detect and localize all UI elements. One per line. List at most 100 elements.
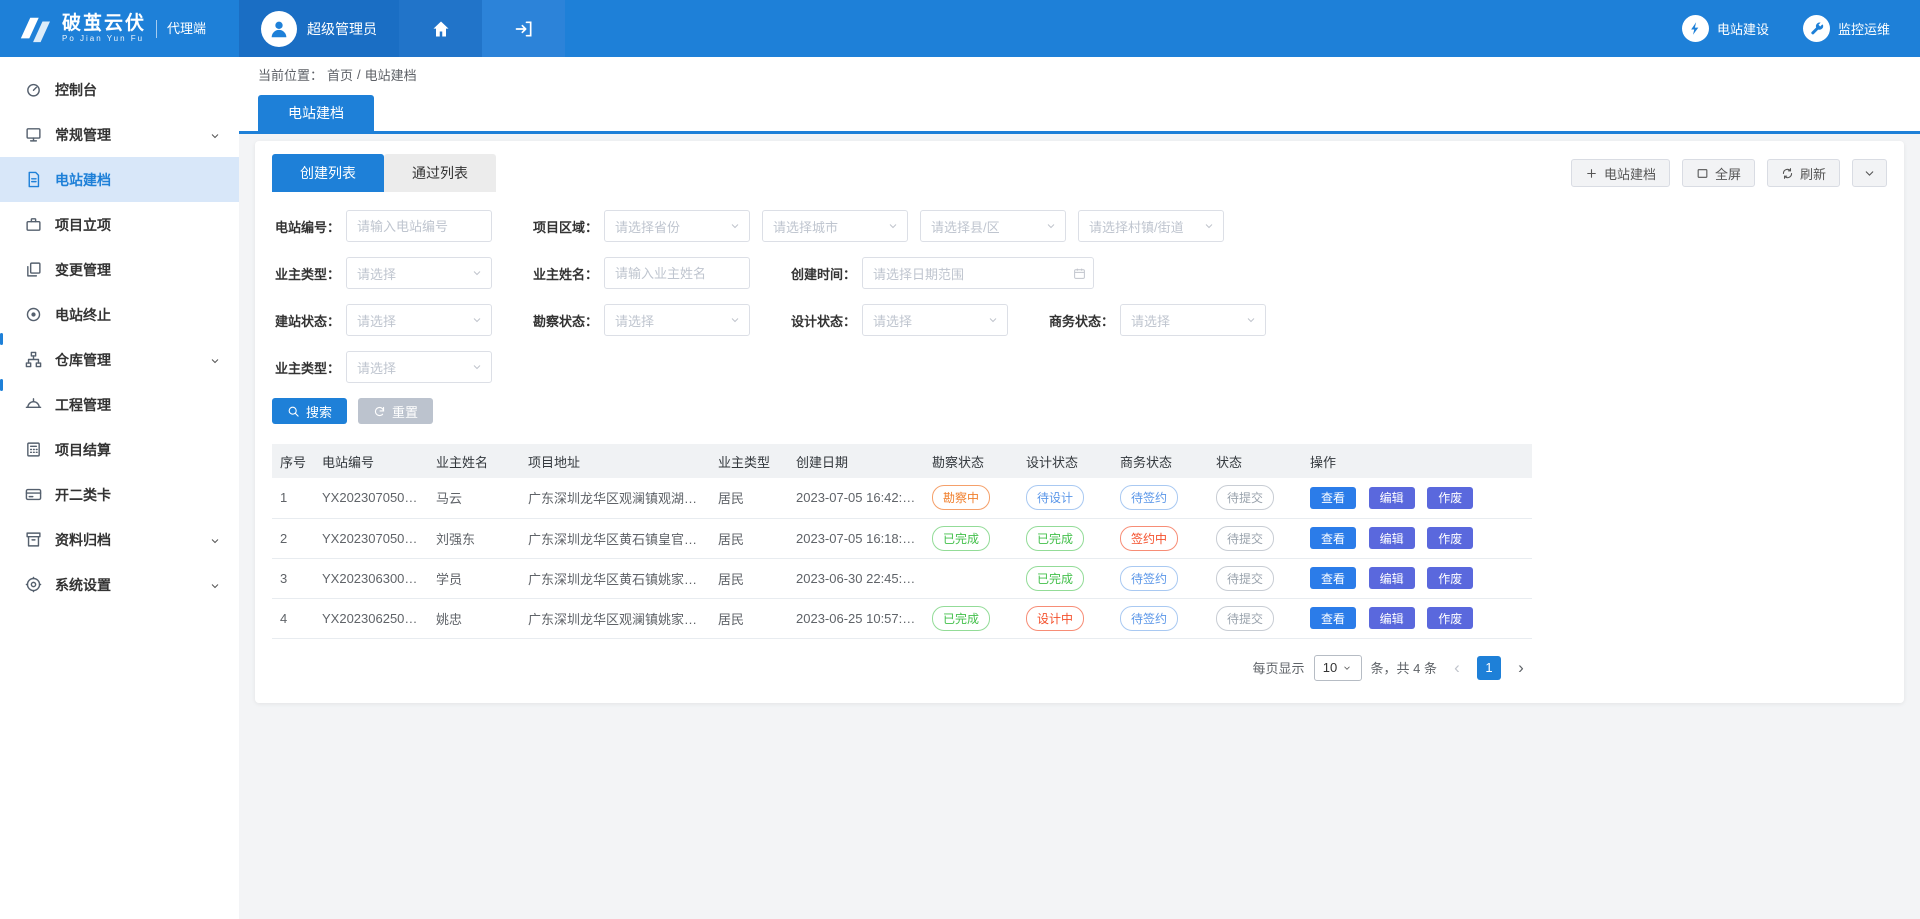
build-status-select[interactable]: 请选择 — [346, 304, 492, 336]
status-badge: 待提交 — [1216, 485, 1274, 510]
logout-button[interactable] — [482, 0, 565, 57]
city-select[interactable]: 请选择城市 — [762, 210, 908, 242]
search-button[interactable]: 搜索 — [272, 398, 347, 424]
edit-button[interactable]: 编辑 — [1369, 607, 1415, 629]
view-button[interactable]: 查看 — [1310, 487, 1356, 509]
stations-table: 序号 电站编号 业主姓名 项目地址 业主类型 创建日期 勘察状态 设计状态 商务… — [272, 444, 1532, 639]
void-button[interactable]: 作废 — [1427, 527, 1473, 549]
chevron-down-icon — [471, 267, 483, 279]
next-page-button[interactable]: › — [1510, 656, 1532, 680]
table-row: 1 YX2023070500011 马云 广东深圳龙华区观澜镇观湖路... 居民… — [272, 478, 1532, 518]
home-icon — [431, 19, 451, 39]
col-header: 操作 — [1302, 444, 1532, 478]
sidebar-item-general-mgmt[interactable]: 常规管理 — [0, 112, 239, 157]
province-select[interactable]: 请选择省份 — [604, 210, 750, 242]
sidebar: 控制台 常规管理 电站建档 项目立项 变更管理 电站终止 仓库管理 — [0, 57, 239, 919]
user-menu[interactable]: 超级管理员 — [239, 0, 399, 57]
nav-monitor-ops[interactable]: 监控运维 — [1803, 15, 1890, 42]
design-status-select[interactable]: 请选择 — [862, 304, 1008, 336]
logout-icon — [514, 19, 534, 39]
sidebar-item-project-settlement[interactable]: 项目结算 — [0, 427, 239, 472]
page-number-button[interactable]: 1 — [1477, 656, 1501, 680]
breadcrumb-home-link[interactable]: 首页 — [327, 65, 353, 84]
refresh-button[interactable]: 刷新 — [1767, 159, 1840, 187]
edit-button[interactable]: 编辑 — [1369, 487, 1415, 509]
chevron-down-icon — [887, 220, 899, 232]
copy-icon — [25, 261, 42, 278]
wrench-icon — [1803, 15, 1830, 42]
status-badge: 待提交 — [1216, 566, 1274, 591]
collapse-filters-button[interactable] — [1852, 159, 1887, 187]
filter-label: 商务状态： — [1046, 311, 1114, 330]
owner-type-select[interactable]: 请选择 — [346, 257, 492, 289]
card-icon — [25, 486, 42, 503]
sidebar-item-station-filing[interactable]: 电站建档 — [0, 157, 239, 202]
view-button[interactable]: 查看 — [1310, 527, 1356, 549]
owner-name-input[interactable] — [604, 257, 750, 289]
sidebar-item-change-mgmt[interactable]: 变更管理 — [0, 247, 239, 292]
sidebar-item-console[interactable]: 控制台 — [0, 67, 239, 112]
home-button[interactable] — [399, 0, 482, 57]
filter-build-status: 建站状态： 请选择 — [272, 304, 492, 336]
tab-passed-list[interactable]: 通过列表 — [384, 154, 496, 192]
filter-owner-name: 业主姓名： — [530, 257, 750, 289]
calendar-icon — [1073, 267, 1085, 279]
chevron-down-icon — [209, 129, 221, 141]
edit-button[interactable]: 编辑 — [1369, 527, 1415, 549]
prev-page-button[interactable]: ‹ — [1446, 656, 1468, 680]
sidebar-item-station-termination[interactable]: 电站终止 — [0, 292, 239, 337]
table-row: 2 YX2023070500010 刘强东 广东深圳龙华区黄石镇皇官大... 居… — [272, 518, 1532, 558]
survey-status-select[interactable]: 请选择 — [604, 304, 750, 336]
fullscreen-button[interactable]: 全屏 — [1682, 159, 1755, 187]
filter-label: 电站编号： — [272, 217, 340, 236]
status-badge: 待提交 — [1216, 526, 1274, 551]
sidebar-item-label: 资料归档 — [55, 530, 111, 550]
void-button[interactable]: 作废 — [1427, 487, 1473, 509]
business-status-badge: 签约中 — [1120, 526, 1178, 551]
survey-status-badge: 勘察中 — [932, 485, 990, 510]
station-no-input[interactable] — [346, 210, 492, 242]
nav-station-build[interactable]: 电站建设 — [1682, 15, 1769, 42]
sidebar-item-data-archive[interactable]: 资料归档 — [0, 517, 239, 562]
sidebar-item-label: 变更管理 — [55, 260, 111, 280]
county-select[interactable]: 请选择县/区 — [920, 210, 1066, 242]
chevron-down-icon — [209, 579, 221, 591]
filter-actions: 搜索 重置 — [272, 398, 1887, 424]
breadcrumb: 当前位置： 首页 / 电站建档 — [239, 57, 1920, 91]
sidebar-item-warehouse-mgmt[interactable]: 仓库管理 — [0, 337, 239, 382]
sidebar-item-engineering-mgmt[interactable]: 工程管理 — [0, 382, 239, 427]
filter-label: 建站状态： — [272, 311, 340, 330]
monitor-icon — [25, 126, 42, 143]
page-tab-station-filing[interactable]: 电站建档 — [258, 95, 374, 131]
business-status-badge: 待签约 — [1120, 485, 1178, 510]
void-button[interactable]: 作废 — [1427, 607, 1473, 629]
business-status-badge: 待签约 — [1120, 566, 1178, 591]
void-button[interactable]: 作废 — [1427, 567, 1473, 589]
col-header: 设计状态 — [1018, 444, 1112, 478]
filter-owner-type-2: 业主类型： 请选择 — [272, 351, 492, 383]
sidebar-item-system-settings[interactable]: 系统设置 — [0, 562, 239, 607]
sidebar-item-label: 仓库管理 — [55, 350, 111, 370]
design-status-badge: 已完成 — [1026, 566, 1084, 591]
col-header: 勘察状态 — [924, 444, 1018, 478]
business-status-select[interactable]: 请选择 — [1120, 304, 1266, 336]
reset-button[interactable]: 重置 — [358, 398, 433, 424]
date-range-input[interactable]: 请选择日期范围 — [862, 257, 1094, 289]
owner-type-2-select[interactable]: 请选择 — [346, 351, 492, 383]
chevron-down-icon — [729, 220, 741, 232]
user-icon — [268, 18, 290, 40]
filter-created-time: 创建时间： 请选择日期范围 — [788, 257, 1094, 289]
tab-create-list[interactable]: 创建列表 — [272, 154, 384, 192]
col-header: 创建日期 — [788, 444, 924, 478]
view-button[interactable]: 查看 — [1310, 567, 1356, 589]
sidebar-item-project-initiation[interactable]: 项目立项 — [0, 202, 239, 247]
view-button[interactable]: 查看 — [1310, 607, 1356, 629]
table-row: 3 YX2023063000009 学员 广东深圳龙华区黄石镇姚家庄... 居民… — [272, 558, 1532, 598]
business-status-badge: 待签约 — [1120, 606, 1178, 631]
edit-button[interactable]: 编辑 — [1369, 567, 1415, 589]
per-page-select[interactable]: 10 — [1314, 655, 1362, 681]
sidebar-item-type2-card[interactable]: 开二类卡 — [0, 472, 239, 517]
new-station-button[interactable]: 电站建档 — [1571, 159, 1670, 187]
toolbar: 电站建档 全屏 刷新 — [1571, 159, 1887, 187]
village-select[interactable]: 请选择村镇/街道 — [1078, 210, 1224, 242]
